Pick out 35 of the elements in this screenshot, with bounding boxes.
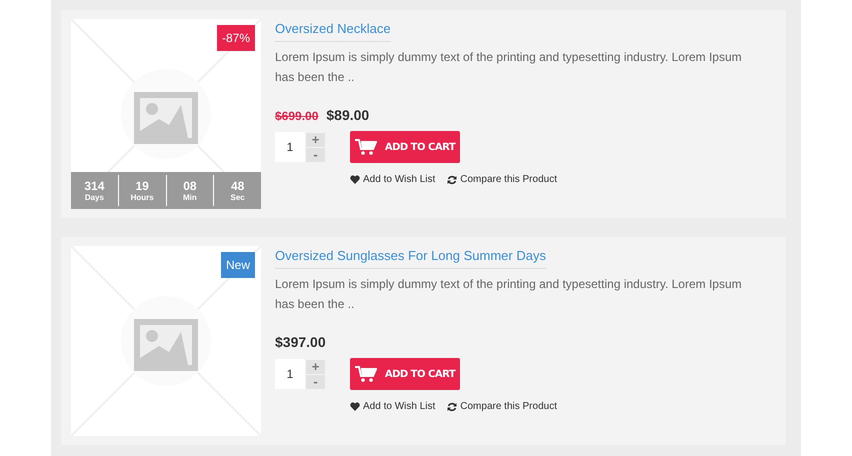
product-title[interactable]: Oversized Necklace [275, 21, 391, 42]
heart-icon [350, 175, 360, 184]
add-to-cart-button[interactable]: ADD TO CART [350, 131, 460, 163]
countdown-unit: Days [84, 193, 104, 202]
wishlist-link[interactable]: Add to Wish List [350, 401, 436, 412]
add-to-cart-button[interactable]: ADD TO CART [350, 358, 460, 390]
increase-button[interactable]: + [306, 132, 325, 146]
heart-icon [350, 402, 360, 411]
cart-icon [354, 139, 377, 155]
discount-badge: -87% [216, 25, 255, 51]
refresh-icon [447, 174, 458, 184]
countdown-value: 48 [230, 179, 244, 193]
countdown-unit: Sec [230, 193, 245, 202]
quantity-field[interactable]: 1 [275, 359, 305, 389]
countdown-value: 314 [84, 179, 104, 193]
increase-button[interactable]: + [306, 360, 325, 374]
countdown-unit: Min [182, 193, 197, 202]
compare-link[interactable]: Compare this Product [447, 401, 557, 412]
price: $89.00 [326, 107, 370, 123]
countdown-value: 19 [135, 179, 149, 193]
compare-link[interactable]: Compare this Product [447, 174, 557, 185]
product-description: Lorem Ipsum is simply dummy text of the printing and typesetting industry. Lorem Ipsum has been the .. [275, 49, 743, 86]
product-title[interactable]: Oversized Sunglasses For Long Summer Days [275, 248, 546, 269]
price: $397.00 [275, 334, 326, 350]
decrease-button[interactable]: - [306, 374, 325, 388]
old-price: $699.00 [275, 109, 318, 123]
product-description: Lorem Ipsum is simply dummy text of the printing and typesetting industry. Lorem Ipsum has been the .. [275, 276, 743, 313]
refresh-icon [447, 402, 458, 412]
countdown-unit: Hours [130, 193, 154, 202]
quantity-field[interactable]: 1 [275, 132, 305, 162]
cart-icon [354, 366, 377, 382]
countdown-value: 08 [183, 179, 197, 193]
discount-badge: New [220, 252, 255, 278]
decrease-button[interactable]: - [306, 148, 325, 162]
wishlist-link[interactable]: Add to Wish List [350, 174, 436, 185]
